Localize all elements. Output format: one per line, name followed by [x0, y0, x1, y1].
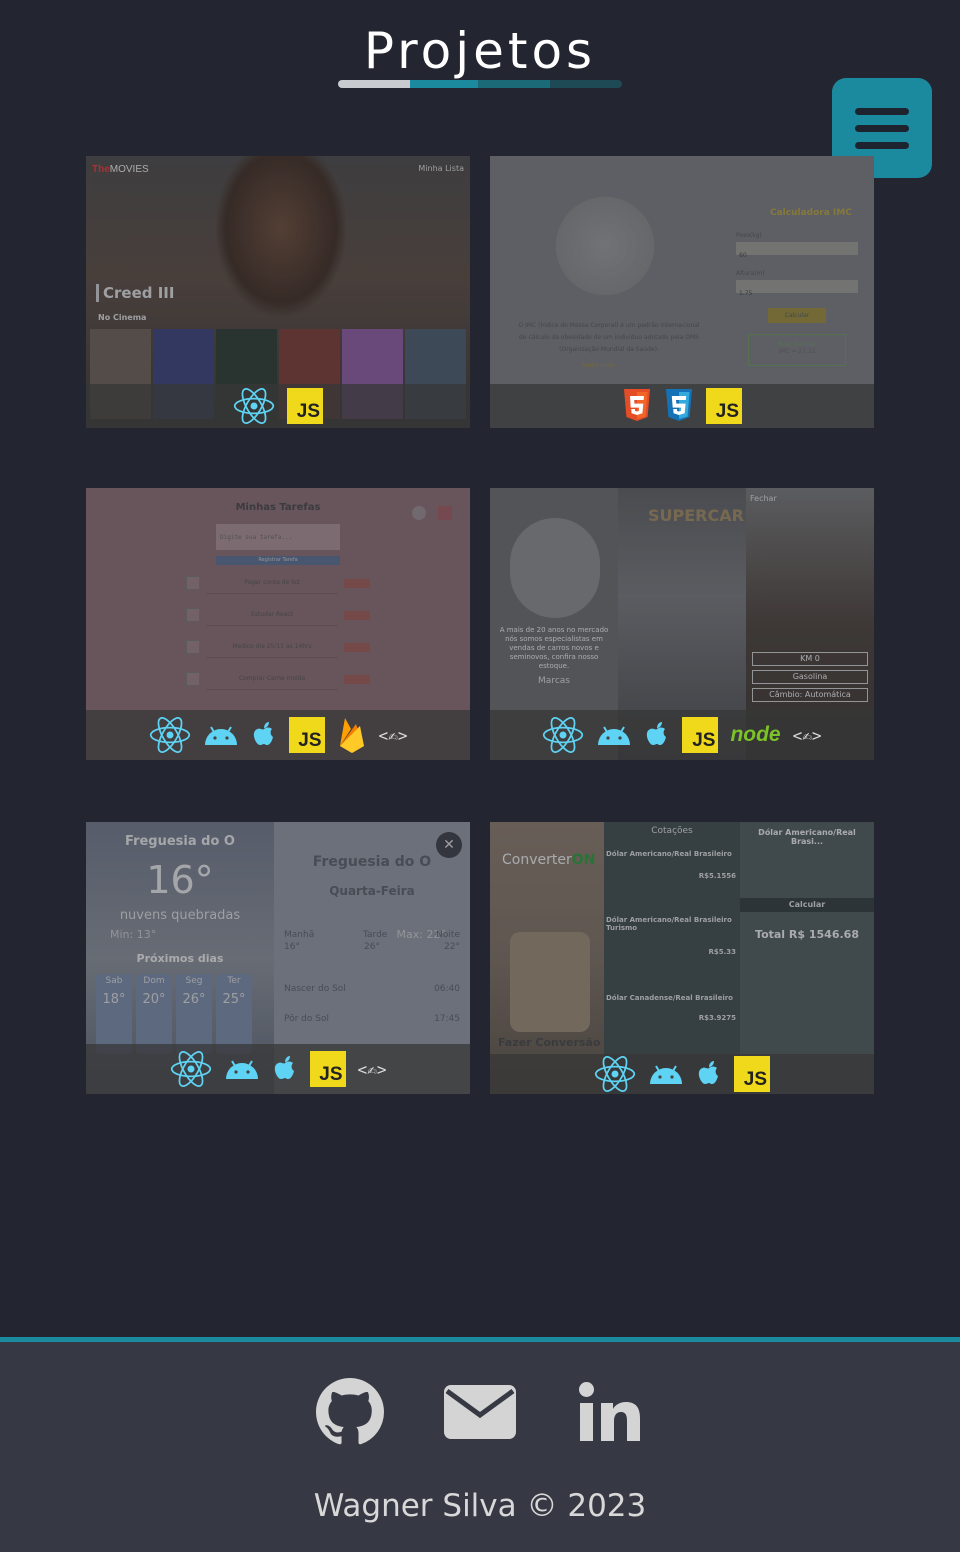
- expo-icon: <✍>: [792, 725, 822, 745]
- title-underline: [338, 80, 622, 88]
- tech-stack: JS <✍>: [86, 710, 470, 760]
- copyright: Wagner Silva © 2023: [313, 1488, 647, 1524]
- javascript-icon: JS: [309, 1051, 346, 1087]
- firebase-icon: [337, 716, 367, 754]
- menu-bar: [855, 141, 909, 149]
- android-icon: [203, 723, 239, 747]
- apple-icon: [644, 720, 670, 750]
- menu-bar: [855, 124, 909, 132]
- tech-stack: JS node <✍>: [490, 710, 874, 760]
- project-card-weather[interactable]: Freguesia do O 16° nuvens quebradas Min:…: [86, 822, 470, 1094]
- social-links: [0, 1376, 960, 1448]
- project-card-converter[interactable]: ConverterON Fazer Conversão Cotações Dól…: [490, 822, 874, 1094]
- javascript-icon: JS: [288, 717, 325, 753]
- project-card-tasks[interactable]: Minhas Tarefas Digite sua tarefa... Regi…: [86, 488, 470, 760]
- linkedin-icon[interactable]: [574, 1376, 646, 1448]
- android-icon: [224, 1057, 260, 1081]
- javascript-icon: JS: [287, 388, 323, 424]
- email-icon[interactable]: [444, 1376, 516, 1448]
- android-icon: [596, 723, 632, 747]
- project-card-movies[interactable]: TheMOVIES Minha Lista Creed III No Cinem…: [86, 156, 470, 428]
- page-header: Projetos: [0, 0, 960, 100]
- tech-stack: JS: [490, 384, 874, 428]
- apple-icon: [272, 1054, 298, 1084]
- apple-icon: [696, 1059, 722, 1089]
- github-icon[interactable]: [314, 1376, 386, 1448]
- react-icon: [542, 715, 584, 755]
- expo-icon: <✍>: [357, 1059, 387, 1079]
- project-card-supercar[interactable]: SUPERCAR Fechar A mais de 20 anos no mer…: [490, 488, 874, 760]
- react-icon: [233, 386, 275, 426]
- css3-icon: [664, 388, 694, 424]
- apple-icon: [251, 720, 277, 750]
- expo-icon: <✍>: [378, 725, 408, 745]
- android-icon: [648, 1062, 684, 1086]
- javascript-icon: JS: [734, 1056, 770, 1092]
- nodejs-icon: node: [730, 723, 781, 746]
- menu-bar: [855, 107, 909, 115]
- react-icon: [170, 1049, 212, 1089]
- html5-icon: [622, 388, 652, 424]
- project-card-imc[interactable]: Calculadora IMC Peso(kg) 60 Altura(m) 1.…: [490, 156, 874, 428]
- tech-stack: JS: [86, 384, 470, 428]
- javascript-icon: JS: [706, 388, 742, 424]
- tech-stack: JS <✍>: [86, 1044, 470, 1094]
- page-title: Projetos: [363, 22, 597, 80]
- react-icon: [594, 1054, 636, 1094]
- tech-stack: JS: [490, 1054, 874, 1094]
- page-footer: Wagner Silva © 2023: [0, 1337, 960, 1552]
- javascript-icon: JS: [682, 717, 719, 753]
- react-icon: [149, 715, 191, 755]
